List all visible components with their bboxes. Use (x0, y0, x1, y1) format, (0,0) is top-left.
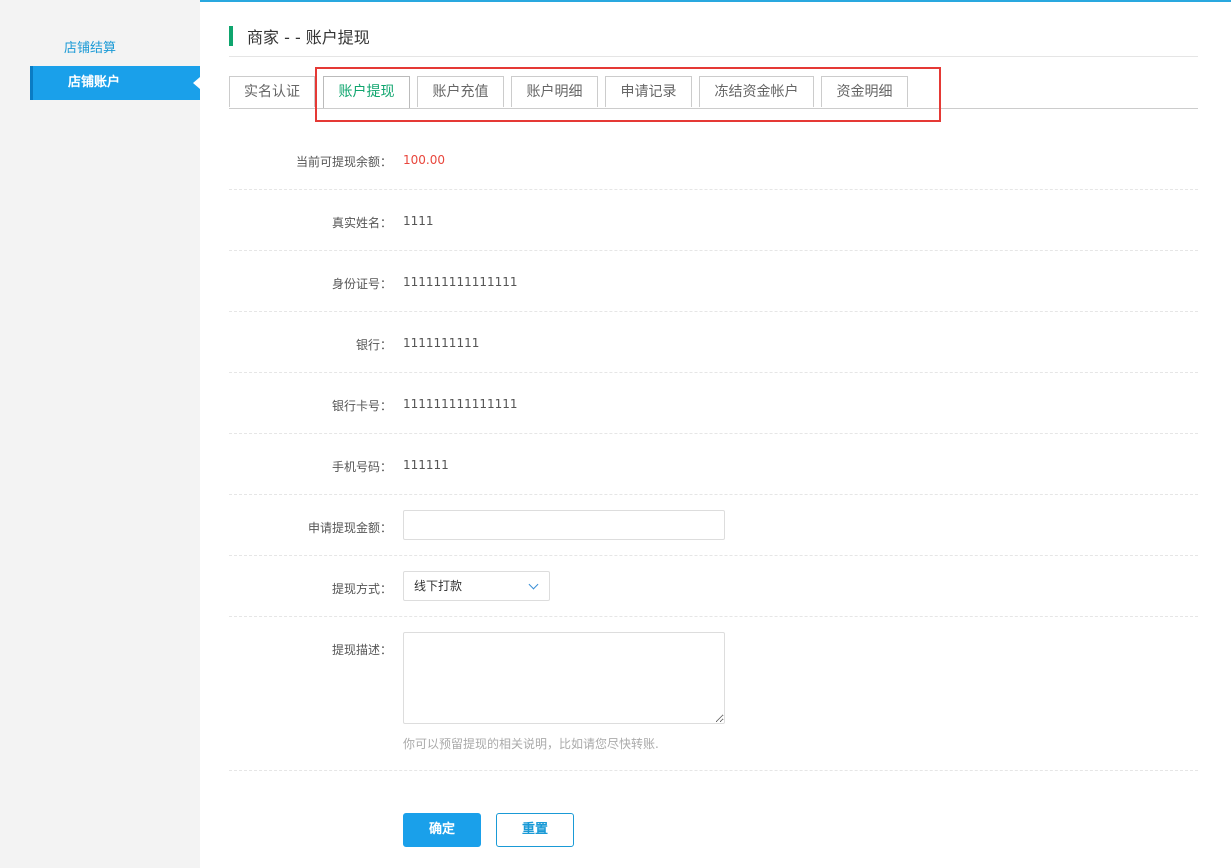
balance-value: 100.00 (403, 153, 445, 167)
description-hint: 你可以预留提现的相关说明，比如请您尽快转账. (403, 737, 659, 751)
real-name-label: 真实姓名： (331, 216, 392, 230)
balance-row: 当前可提现余额： 100.00 (229, 128, 1198, 190)
method-label: 提现方式： (331, 582, 392, 596)
method-row: 提现方式： 线下打款 (229, 555, 1198, 617)
header-accent-bar (229, 26, 233, 46)
phone-label: 手机号码： (331, 460, 392, 474)
reset-button[interactable]: 重置 (496, 813, 574, 847)
phone-value: 111111 (403, 458, 449, 472)
sidebar-item-shop-account[interactable]: 店铺账户 (30, 66, 200, 100)
header-divider (229, 56, 1198, 57)
id-number-value: 111111111111111 (403, 275, 518, 289)
tab-highlight-box (315, 67, 941, 122)
amount-label: 申请提现金额： (307, 521, 392, 535)
sidebar-item-shop-settlement[interactable]: 店铺结算 (30, 32, 200, 66)
chevron-down-icon (528, 579, 539, 590)
id-number-label: 身份证号： (331, 277, 392, 291)
bank-label: 银行： (355, 338, 392, 352)
withdraw-method-selected: 线下打款 (414, 579, 463, 593)
confirm-button[interactable]: 确定 (403, 813, 481, 847)
page-title: 商家 - - 账户提现 (247, 28, 370, 47)
bank-value: 1111111111 (403, 336, 480, 350)
description-row: 提现描述： 你可以预留提现的相关说明，比如请您尽快转账. (229, 616, 1198, 771)
withdraw-method-select[interactable]: 线下打款 (403, 571, 550, 601)
bank-card-value: 111111111111111 (403, 397, 518, 411)
tab-real-name-auth[interactable]: 实名认证 (229, 76, 315, 107)
sidebar: 店铺结算 店铺账户 (0, 0, 200, 868)
main-panel: 商家 - - 账户提现 实名认证 账户提现 账户充值 账户明细 申请记录 冻结资… (200, 2, 1231, 868)
page-header: 商家 - - 账户提现 (229, 26, 370, 47)
withdraw-amount-input[interactable] (403, 510, 725, 540)
id-number-row: 身份证号： 111111111111111 (229, 250, 1198, 312)
real-name-value: 1111 (403, 214, 434, 228)
sidebar-item-label: 店铺结算 (64, 41, 117, 56)
phone-row: 手机号码： 111111 (229, 433, 1198, 495)
bank-card-row: 银行卡号： 111111111111111 (229, 372, 1198, 434)
description-label: 提现描述： (331, 643, 392, 657)
amount-row: 申请提现金额： (229, 494, 1198, 556)
balance-label: 当前可提现余额： (295, 155, 392, 169)
bank-card-label: 银行卡号： (331, 399, 392, 413)
active-indicator-icon (193, 77, 200, 89)
bank-row: 银行： 1111111111 (229, 311, 1198, 373)
withdraw-description-textarea[interactable] (403, 632, 725, 724)
sidebar-item-label: 店铺账户 (68, 75, 121, 90)
real-name-row: 真实姓名： 1111 (229, 189, 1198, 251)
